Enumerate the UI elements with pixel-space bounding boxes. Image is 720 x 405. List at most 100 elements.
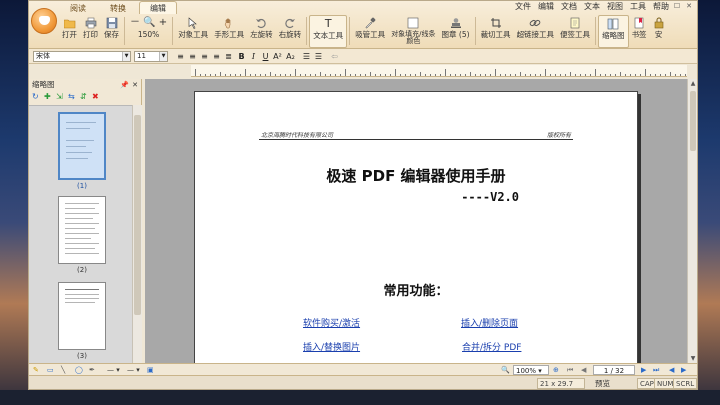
ellipse-icon[interactable]: ◯ bbox=[75, 365, 83, 375]
font-family-select[interactable]: 宋体 ▼ bbox=[33, 51, 131, 62]
minimize-icon[interactable]: — bbox=[660, 2, 670, 11]
bold-icon[interactable]: B bbox=[236, 51, 247, 62]
document-page[interactable]: 北京海腾时代科技有限公司 版权所有 极速 PDF 编辑器使用手册 ----V2.… bbox=[194, 91, 638, 381]
link-purchase-activate[interactable]: 软件购买/激活 bbox=[303, 316, 360, 329]
menu-file[interactable]: 文件 bbox=[515, 1, 531, 13]
bookmark-button[interactable]: 书签 bbox=[629, 15, 650, 48]
list-bullets-icon[interactable]: ☰ bbox=[301, 51, 312, 62]
justify-icon[interactable]: ≡ bbox=[211, 51, 222, 62]
crop-tool-button[interactable]: 裁切工具 bbox=[478, 15, 514, 48]
stamp-button[interactable]: 图章 (5) bbox=[439, 15, 473, 48]
document-scrollbar-thumb[interactable] bbox=[690, 91, 696, 151]
object-fill-button[interactable]: 对象填充/线条 颜色 bbox=[388, 15, 438, 48]
document-scrollbar[interactable]: ▲ ▼ bbox=[687, 79, 697, 363]
app-logo-icon[interactable] bbox=[31, 8, 57, 34]
first-page-icon[interactable]: ⏮ bbox=[567, 365, 573, 375]
underline-icon[interactable]: U bbox=[260, 51, 271, 62]
security-button[interactable]: 安 bbox=[650, 15, 668, 48]
image-icon[interactable]: ▣ bbox=[147, 365, 154, 375]
print-button[interactable]: 打印 bbox=[80, 15, 101, 48]
pencil-icon[interactable]: ✎ bbox=[33, 365, 39, 375]
menu-text[interactable]: 文本 bbox=[584, 1, 600, 13]
menu-view[interactable]: 视图 bbox=[607, 1, 623, 13]
line-style-icon[interactable]: — ▾ bbox=[107, 365, 120, 375]
menu-tools[interactable]: 工具 bbox=[630, 1, 646, 13]
menu-document[interactable]: 文档 bbox=[561, 1, 577, 13]
ruler-tick bbox=[215, 74, 216, 76]
zoom-control[interactable]: － 🔍 + 150% bbox=[127, 15, 170, 48]
ruler-tick bbox=[670, 72, 671, 76]
zoom-select[interactable]: 100% ▾ bbox=[513, 365, 549, 375]
suction-tool-button[interactable]: 吸管工具 bbox=[352, 15, 388, 48]
scroll-down-icon[interactable]: ▼ bbox=[688, 354, 697, 363]
thumbnail-view-label: 缩略图 bbox=[602, 31, 625, 40]
link-merge-split-pdf[interactable]: 合并/拆分 PDF bbox=[462, 340, 521, 353]
back-icon[interactable]: ◀ bbox=[669, 365, 674, 375]
back-arrow-icon[interactable]: ⇦ bbox=[329, 51, 340, 62]
rotate-right-button[interactable]: 右旋转 bbox=[276, 15, 305, 48]
ruler-tick bbox=[370, 72, 371, 76]
rotate-left-button[interactable]: 左旋转 bbox=[247, 15, 276, 48]
font-size-select[interactable]: 11 ▼ bbox=[134, 51, 168, 62]
page-thumbnail-3[interactable] bbox=[58, 282, 106, 350]
open-button[interactable]: 打开 bbox=[59, 15, 80, 48]
link-insert-replace-images[interactable]: 插入/替换图片 bbox=[303, 340, 360, 353]
align-right-icon[interactable]: ≡ bbox=[199, 51, 210, 62]
delete-page-icon[interactable]: ✖ bbox=[92, 93, 100, 101]
rectangle-icon[interactable]: ▭ bbox=[47, 365, 54, 375]
rotate-right-label: 右旋转 bbox=[278, 30, 302, 39]
close-icon[interactable]: ✕ bbox=[132, 79, 138, 91]
extract-page-icon[interactable]: ⇲ bbox=[56, 93, 64, 101]
object-tool-button[interactable]: 对象工具 bbox=[175, 15, 211, 48]
thumbnail-scrollbar-thumb[interactable] bbox=[134, 115, 141, 315]
replace-page-icon[interactable]: ⇵ bbox=[80, 93, 88, 101]
link-insert-delete-pages[interactable]: 插入/删除页面 bbox=[461, 316, 518, 329]
thumbnail-scrollbar[interactable] bbox=[132, 105, 142, 363]
forward-icon[interactable]: ▶ bbox=[681, 365, 686, 375]
thumbnail-view-button[interactable]: 缩略图 bbox=[598, 15, 629, 48]
menu-edit[interactable]: 编辑 bbox=[538, 1, 554, 13]
ribbon-toolbar: 打开 打印 保存 － 🔍 + 150% 对象工具 手形工具 左旋转 右旋转 T … bbox=[59, 15, 697, 48]
fill-color-icon bbox=[408, 17, 419, 29]
ruler-tick bbox=[430, 74, 431, 76]
last-page-icon[interactable]: ⏭ bbox=[653, 365, 659, 375]
ruler-tick bbox=[270, 72, 271, 76]
page-thumbnail-2[interactable] bbox=[58, 196, 106, 264]
folder-icon bbox=[63, 19, 75, 29]
bookmark-label: 书签 bbox=[631, 30, 647, 39]
print-label: 打印 bbox=[83, 30, 98, 39]
link-tool-button[interactable]: 超链接工具 bbox=[514, 15, 558, 48]
distribute-icon[interactable]: ≣ bbox=[223, 51, 234, 62]
insert-page-icon[interactable]: ✚ bbox=[44, 93, 52, 101]
pen-icon[interactable]: ✒ bbox=[89, 365, 95, 375]
text-tool-button[interactable]: T 文本工具 bbox=[309, 15, 348, 48]
line-icon[interactable]: ╲ bbox=[61, 365, 65, 375]
maximize-icon[interactable]: ☐ bbox=[672, 2, 682, 11]
page-thumbnail-1[interactable] bbox=[58, 112, 106, 180]
ruler-tick bbox=[425, 74, 426, 76]
close-icon[interactable]: ✕ bbox=[684, 2, 694, 11]
rotate-page-icon[interactable]: ↻ bbox=[32, 93, 40, 101]
note-tool-button[interactable]: 便签工具 bbox=[557, 15, 593, 48]
ruler-tick bbox=[435, 74, 436, 76]
subscript-icon[interactable]: A₂ bbox=[285, 51, 296, 62]
italic-icon[interactable]: I bbox=[248, 51, 259, 62]
pin-icon[interactable]: 📌 bbox=[120, 79, 129, 91]
ruler-tick bbox=[470, 72, 471, 76]
save-button[interactable]: 保存 bbox=[101, 15, 122, 48]
zoom-in-icon[interactable]: ⊕ bbox=[553, 365, 559, 375]
scroll-up-icon[interactable]: ▲ bbox=[688, 79, 697, 88]
superscript-icon[interactable]: A² bbox=[272, 51, 283, 62]
page-number-input[interactable]: 1 / 32 bbox=[593, 365, 635, 375]
align-center-icon[interactable]: ≡ bbox=[187, 51, 198, 62]
hand-tool-button[interactable]: 手形工具 bbox=[211, 15, 247, 48]
next-page-icon[interactable]: ▶ bbox=[641, 365, 646, 375]
move-page-icon[interactable]: ⇆ bbox=[68, 93, 76, 101]
align-left-icon[interactable]: ≡ bbox=[175, 51, 186, 62]
tab-read[interactable]: 阅读 bbox=[59, 1, 97, 14]
list-numbers-icon[interactable]: ☰ bbox=[313, 51, 324, 62]
line-weight-icon[interactable]: — ▾ bbox=[127, 365, 140, 375]
tab-edit[interactable]: 编辑 bbox=[139, 1, 177, 14]
previous-page-icon[interactable]: ◀ bbox=[581, 365, 586, 375]
tab-convert[interactable]: 转换 bbox=[99, 1, 137, 14]
